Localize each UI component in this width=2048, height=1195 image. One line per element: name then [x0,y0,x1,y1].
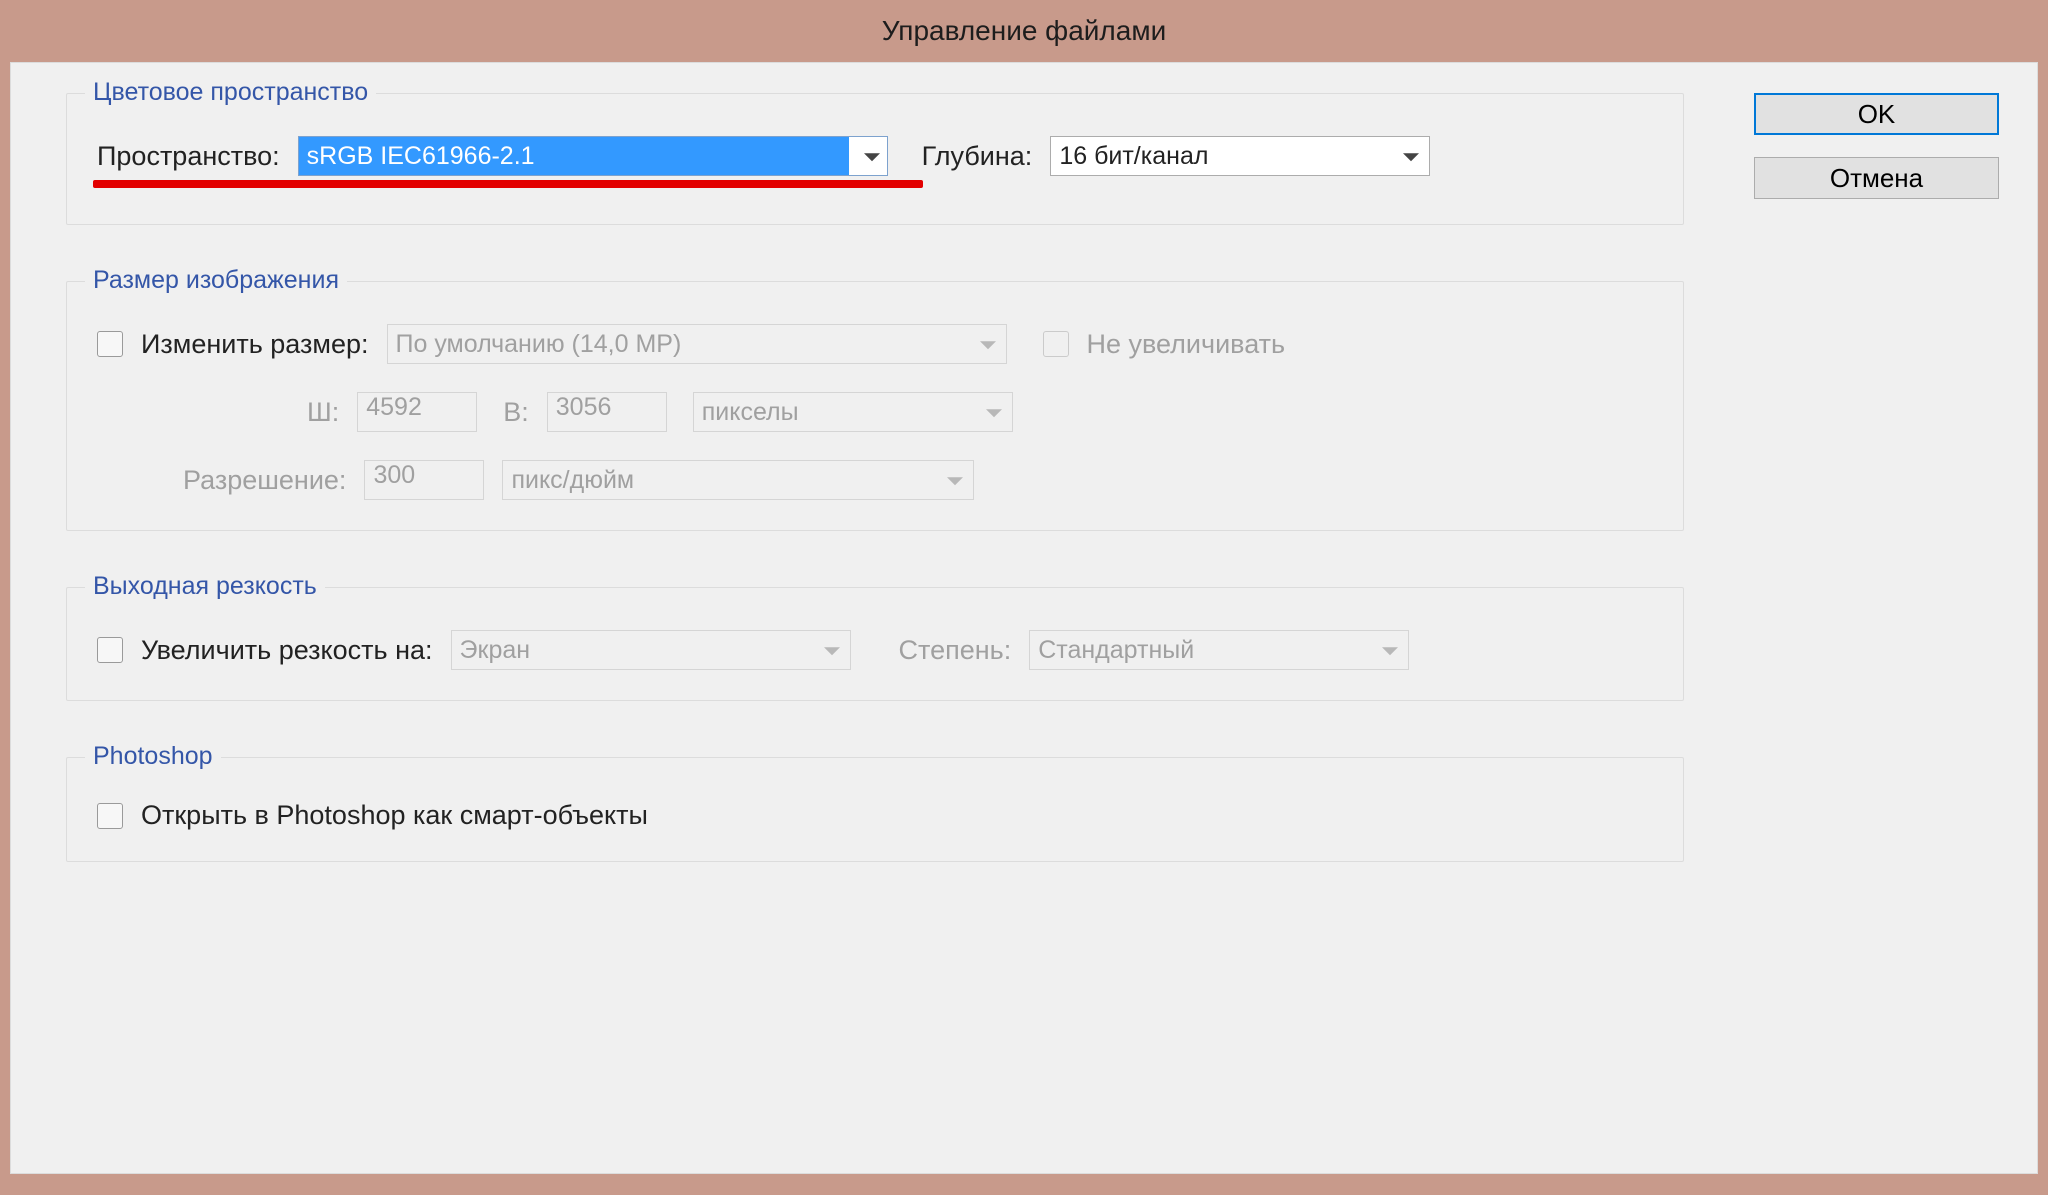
resolution-value: 300 [373,461,415,489]
no-enlarge-label: Не увеличивать [1087,329,1286,360]
width-input: 4592 [357,392,477,432]
smart-object-label: Открыть в Photoshop как смарт-объекты [141,800,648,831]
titlebar: Управление файлами [0,0,2048,62]
height-input: 3056 [547,392,667,432]
depth-label: Глубина: [922,141,1033,172]
width-label: Ш: [307,397,339,428]
cancel-button[interactable]: Отмена [1754,157,1999,199]
space-dropdown[interactable]: sRGB IEC61966-2.1 [298,136,888,176]
sharpen-amount-dropdown: Стандартный [1029,630,1409,670]
chevron-down-icon [947,477,963,485]
depth-dropdown-value: 16 бит/канал [1059,142,1208,171]
no-enlarge-checkbox [1043,331,1069,357]
space-label: Пространство: [97,141,280,172]
dialog-buttons: OK Отмена [1754,93,1999,221]
sharpen-label: Увеличить резкость на: [141,635,433,666]
group-photoshop: Photoshop Открыть в Photoshop как смарт-… [66,757,1684,862]
content-area: Цветовое пространство Пространство: sRGB… [11,63,1722,1173]
sharpen-amount-value: Стандартный [1038,636,1194,665]
resize-preset-dropdown[interactable]: По умолчанию (14,0 MP) [387,324,1007,364]
group-image-size: Размер изображения Изменить размер: По у… [66,281,1684,531]
resolution-unit-value: пикс/дюйм [511,466,634,495]
resolution-input: 300 [364,460,484,500]
height-label: В: [503,397,529,428]
group-sharpening: Выходная резкость Увеличить резкость на:… [66,587,1684,701]
depth-dropdown[interactable]: 16 бит/канал [1050,136,1430,176]
smart-object-checkbox[interactable] [97,803,123,829]
size-unit-value: пикселы [702,398,799,427]
group-legend: Размер изображения [85,266,347,295]
window-title: Управление файлами [882,15,1166,46]
group-legend: Photoshop [85,742,221,771]
group-color-space: Цветовое пространство Пространство: sRGB… [66,93,1684,225]
amount-label: Степень: [899,635,1012,666]
group-legend: Цветовое пространство [85,78,376,107]
resize-preset-value: По умолчанию (14,0 MP) [396,330,682,359]
annotation-red-underline [93,180,923,188]
space-dropdown-value: sRGB IEC61966-2.1 [307,142,535,171]
group-legend: Выходная резкость [85,572,325,601]
width-value: 4592 [366,393,422,421]
height-value: 3056 [556,393,612,421]
sharpen-checkbox[interactable] [97,637,123,663]
ok-button[interactable]: OK [1754,93,1999,135]
sharpen-target-value: Экран [460,636,531,665]
dialog-client: Цветовое пространство Пространство: sRGB… [10,62,2038,1174]
size-unit-dropdown: пикселы [693,392,1013,432]
resolution-unit-dropdown: пикс/дюйм [502,460,974,500]
chevron-down-icon [864,153,880,161]
chevron-down-icon [1382,647,1398,655]
resolution-label: Разрешение: [183,465,346,496]
chevron-down-icon [824,647,840,655]
resize-label: Изменить размер: [141,329,369,360]
sharpen-target-dropdown: Экран [451,630,851,670]
resize-checkbox[interactable] [97,331,123,357]
chevron-down-icon [980,341,996,349]
chevron-down-icon [986,409,1002,417]
chevron-down-icon [1403,153,1419,161]
